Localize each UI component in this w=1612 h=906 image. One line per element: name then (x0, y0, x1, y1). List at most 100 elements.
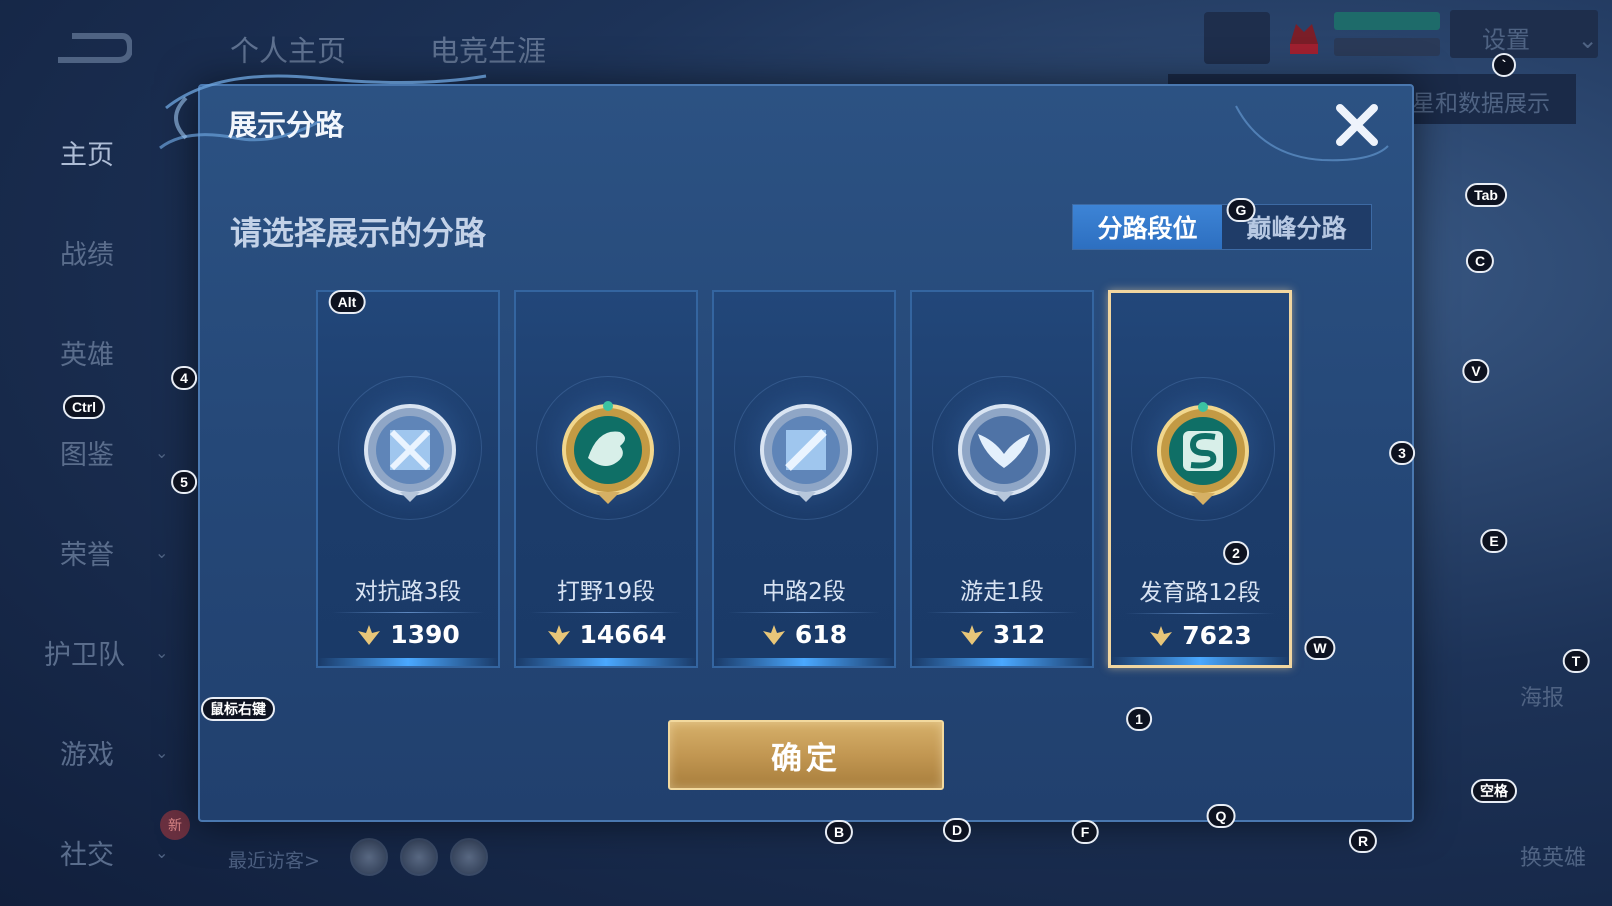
notification-bell-icon[interactable] (1204, 12, 1270, 64)
hotkey-hint-v: V (1462, 359, 1490, 383)
lane-card-clash[interactable]: 对抗路3段 1390 (316, 290, 500, 668)
switch-hero-button[interactable]: 换英雄 (1520, 840, 1586, 872)
chevron-down-icon: ⌄ (155, 442, 169, 462)
sidebar-item-records[interactable]: 战绩 (0, 222, 200, 282)
sidebar-item-label: 社交 (60, 839, 114, 871)
lane-rank-name: 对抗路3段 (354, 579, 462, 605)
visitor-avatar[interactable] (350, 838, 388, 876)
settings-button[interactable]: 设置 ⌄ (1450, 10, 1598, 58)
hotkey-hint-ctrl: Ctrl (62, 395, 106, 419)
chevron-down-icon: ⌄ (155, 842, 169, 862)
hotkey-hint-4: 4 (171, 366, 197, 390)
sidebar: 主页 战绩 英雄 图鉴 ⌄ 荣誉 ⌄ 护卫队 ⌄ 游戏 ⌄ 社交 ⌄ (0, 100, 200, 906)
hotkey-hint-b: B (824, 820, 854, 844)
poster-button[interactable]: 海报 (1520, 680, 1564, 712)
confirm-button[interactable]: 确定 (668, 720, 944, 790)
modal-title: 展示分路 (228, 108, 345, 142)
sidebar-item-honor[interactable]: 荣誉 ⌄ (0, 522, 200, 582)
tab-lane-rank[interactable]: 分路段位 (1073, 205, 1222, 249)
lane-rank-name: 发育路12段 (1139, 580, 1261, 606)
divider (926, 612, 1078, 613)
hotkey-hint-w: W (1304, 636, 1336, 660)
hotkey-hint-e: E (1480, 529, 1508, 553)
sidebar-item-label: 主页 (60, 139, 114, 171)
lane-score: 7623 (1111, 621, 1289, 650)
chevron-down-icon: ⌄ (1577, 26, 1598, 54)
hotkey-hint-2: 2 (1223, 541, 1249, 565)
hotkey-hint-q: Q (1206, 804, 1236, 828)
sidebar-item-codex[interactable]: 图鉴 ⌄ (0, 422, 200, 482)
lane-card-list: 对抗路3段 1390 打野19段 14664 中路2段 618 游走1段 312… (316, 290, 1296, 670)
recent-visitors-label[interactable]: 最近访客> (228, 846, 320, 873)
chevron-down-icon: ⌄ (155, 742, 169, 762)
lane-score: 14664 (516, 620, 696, 649)
divider (1125, 613, 1275, 614)
hotkey-hint-r: R (1348, 829, 1378, 853)
sidebar-item-guard-team[interactable]: 护卫队 ⌄ (0, 622, 200, 682)
sidebar-item-heroes[interactable]: 英雄 (0, 322, 200, 382)
sidebar-item-label: 游戏 (60, 739, 114, 771)
lane-rank-name: 中路2段 (762, 579, 846, 605)
lane-card-jungle[interactable]: 打野19段 14664 (514, 290, 698, 668)
lane-card-mid[interactable]: 中路2段 618 (712, 290, 896, 668)
farm-lane-icon (1157, 402, 1249, 505)
lane-score: 312 (912, 620, 1092, 649)
sidebar-item-label: 英雄 (60, 339, 114, 371)
lane-score-value: 7623 (1182, 621, 1252, 650)
score-wings-icon (1150, 625, 1173, 646)
mid-lane-icon (760, 404, 852, 502)
chevron-down-icon: ⌄ (155, 542, 169, 562)
divider (728, 612, 880, 613)
back-arrow-icon[interactable] (52, 28, 132, 68)
hotkey-hint-d: D (942, 818, 972, 842)
score-wings-icon (960, 624, 983, 645)
sidebar-item-games[interactable]: 游戏 ⌄ (0, 722, 200, 782)
score-wings-icon (358, 624, 381, 645)
tab-personal-home[interactable]: 个人主页 (230, 28, 346, 70)
lane-rank-name: 打野19段 (556, 579, 656, 605)
lane-score: 618 (714, 620, 894, 649)
lane-score: 1390 (318, 620, 498, 649)
hotkey-hint-t: T (1562, 649, 1590, 673)
visitor-avatar[interactable] (450, 838, 488, 876)
hotkey-hint-alt: Alt (328, 290, 366, 314)
sidebar-item-label: 战绩 (60, 239, 114, 271)
lane-card-roam[interactable]: 游走1段 312 (910, 290, 1094, 668)
lane-mode-tabs: 分路段位 巅峰分路 (1072, 204, 1372, 250)
lane-rank-name: 游走1段 (960, 579, 1044, 605)
sidebar-item-label: 护卫队 (44, 639, 125, 671)
chevron-down-icon: ⌄ (155, 642, 169, 662)
lane-score-value: 312 (992, 620, 1046, 649)
hotkey-hint-5: 5 (171, 470, 197, 494)
new-badge: 新 (160, 810, 190, 840)
lane-score-value: 1390 (390, 620, 460, 649)
hotkey-hint-space: 空格 (1471, 779, 1517, 803)
divider (332, 612, 484, 613)
hotkey-hint-1: 1 (1126, 707, 1152, 731)
score-wings-icon (762, 624, 785, 645)
hotkey-hint-right-click: 鼠标右键 (201, 697, 275, 721)
hotkey-hint-3: 3 (1389, 441, 1415, 465)
vip-icon[interactable] (1282, 14, 1326, 58)
score-wings-icon (547, 624, 570, 645)
lane-score-value: 14664 (579, 620, 667, 649)
status-pill (1334, 12, 1440, 30)
status-pill (1334, 38, 1440, 56)
modal-subtitle: 请选择展示的分路 (230, 214, 487, 252)
hotkey-hint-g: G (1226, 198, 1256, 222)
hotkey-hint-tab: Tab (1465, 183, 1507, 207)
tab-esports-career[interactable]: 电竞生涯 (430, 28, 546, 70)
sidebar-item-label: 荣誉 (60, 539, 114, 571)
settings-label: 设置 (1482, 26, 1530, 54)
jungle-dragon-icon (562, 401, 654, 504)
close-icon (1336, 104, 1378, 146)
lane-score-value: 618 (794, 620, 848, 649)
lane-card-farm[interactable]: 发育路12段 7623 (1108, 290, 1292, 668)
divider (530, 612, 682, 613)
hotkey-hint-f: F (1071, 820, 1099, 844)
decorative-swirl-icon (159, 74, 487, 150)
close-button[interactable] (1330, 98, 1384, 152)
roam-wings-icon (958, 404, 1050, 502)
hotkey-hint-backtick: ` (1492, 53, 1516, 77)
visitor-avatar[interactable] (400, 838, 438, 876)
